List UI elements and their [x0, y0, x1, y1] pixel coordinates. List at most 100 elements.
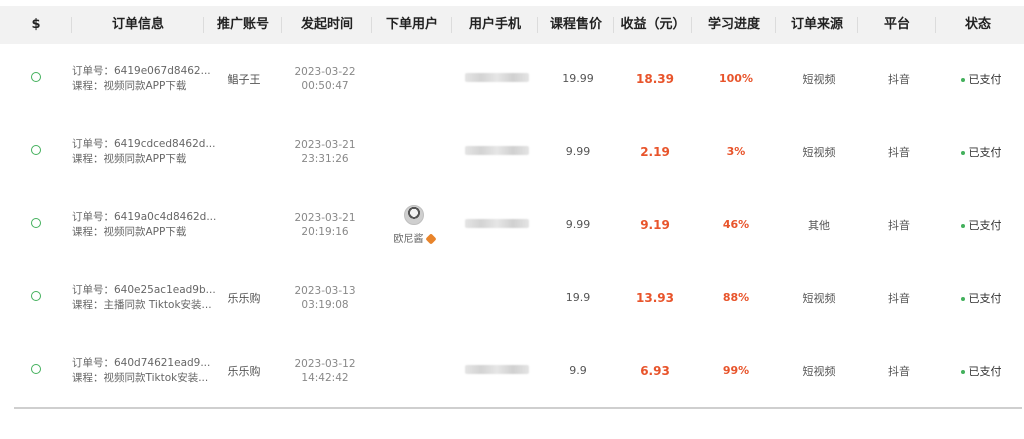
created-time: 2023-03-22 00:50:47 — [276, 65, 374, 93]
phone-masked — [454, 145, 540, 158]
col-buyer-header: 下单用户 — [372, 6, 452, 44]
created-date: 2023-03-13 — [294, 284, 356, 297]
table-row[interactable]: 订单号：6419cdced8462d... 课程：视频同款APP下载 2023-… — [0, 115, 1024, 188]
table-scrollbar[interactable] — [14, 407, 1022, 409]
buyer-user: 欧尼酱 — [374, 204, 454, 245]
table-row[interactable]: 订单号：6419e067d8462... 课程：视频同款APP下载 鲳子王 20… — [0, 42, 1024, 115]
col-phone-header: 用户手机 — [452, 6, 538, 44]
created-date: 2023-03-22 — [294, 65, 356, 78]
course-name: 课程：视频同款Tiktok安装... — [72, 371, 209, 384]
phone-masked — [454, 72, 540, 85]
created-clock: 23:31:26 — [301, 152, 349, 165]
order-number: 订单号：6419e067d8462... — [72, 64, 211, 77]
promoter-account: 乐乐购 — [227, 291, 261, 305]
created-date: 2023-03-12 — [294, 357, 356, 370]
order-source: 其他 — [808, 218, 830, 232]
status-text: 已支付 — [968, 145, 1002, 159]
table-row[interactable]: 订单号：640d74621ead9... 课程：视频同款Tiktok安装... … — [0, 334, 1024, 407]
promoter-account: 鲳子王 — [227, 72, 261, 86]
col-platform-header: 平台 — [858, 6, 936, 44]
col-select-header: $ — [0, 6, 72, 44]
order-info: 订单号：6419e067d8462... 课程：视频同款APP下载 — [72, 64, 212, 94]
order-number: 订单号：640e25ac1ead9b... — [72, 283, 216, 296]
profit-value: 9.19 — [640, 217, 670, 232]
phone-blur — [465, 146, 529, 155]
platform: 抖音 — [888, 72, 910, 86]
created-clock: 03:19:08 — [301, 298, 349, 311]
study-progress: 88% — [722, 291, 750, 304]
profit-value: 2.19 — [640, 144, 670, 159]
status-badge: 已支付 — [938, 363, 1024, 379]
status-badge: 已支付 — [938, 290, 1024, 306]
order-source: 短视频 — [802, 364, 836, 378]
status-badge: 已支付 — [938, 71, 1024, 87]
created-clock: 14:42:42 — [301, 371, 349, 384]
order-number: 订单号：6419a0c4d8462d... — [72, 210, 217, 223]
created-date: 2023-03-21 — [294, 138, 356, 151]
created-clock: 20:19:16 — [301, 225, 349, 238]
course-price: 9.9 — [569, 364, 587, 377]
table-header: $ 订单信息 推广账号 发起时间 下单用户 用户手机 课程售价 收益（元） 学习… — [0, 6, 1024, 44]
status-text: 已支付 — [968, 218, 1002, 232]
table-row[interactable]: 订单号：640e25ac1ead9b... 课程：主播同款 Tiktok安装..… — [0, 261, 1024, 334]
phone-blur — [465, 73, 529, 82]
order-info: 订单号：640e25ac1ead9b... 课程：主播同款 Tiktok安装..… — [72, 283, 216, 313]
status-dot-icon — [960, 223, 965, 228]
table-row[interactable]: 订单号：6419a0c4d8462d... 课程：视频同款APP下载 2023-… — [0, 188, 1024, 261]
created-time: 2023-03-13 03:19:08 — [276, 284, 374, 312]
platform: 抖音 — [888, 364, 910, 378]
col-promoter-header: 推广账号 — [204, 6, 282, 44]
order-number: 订单号：6419cdced8462d... — [72, 137, 216, 150]
row-select-radio[interactable] — [31, 364, 41, 374]
col-price-header: 课程售价 — [538, 6, 614, 44]
row-select-radio[interactable] — [31, 291, 41, 301]
course-name: 课程：视频同款APP下载 — [72, 152, 187, 165]
status-text: 已支付 — [968, 364, 1002, 378]
platform: 抖音 — [888, 145, 910, 159]
created-time: 2023-03-21 20:19:16 — [276, 211, 374, 239]
order-number: 订单号：640d74621ead9... — [72, 356, 211, 369]
row-select-radio[interactable] — [31, 72, 41, 82]
order-info: 订单号：640d74621ead9... 课程：视频同款Tiktok安装... — [72, 356, 212, 386]
avatar — [404, 204, 424, 225]
status-dot-icon — [960, 150, 965, 155]
phone-masked — [454, 364, 540, 377]
order-info: 订单号：6419cdced8462d... 课程：视频同款APP下载 — [72, 137, 216, 167]
order-source: 短视频 — [802, 291, 836, 305]
status-badge: 已支付 — [938, 217, 1024, 233]
order-source: 短视频 — [802, 145, 836, 159]
course-price: 9.99 — [565, 145, 591, 158]
status-text: 已支付 — [968, 72, 1002, 86]
order-source: 短视频 — [802, 72, 836, 86]
phone-blur — [465, 219, 529, 228]
heart-icon — [424, 232, 437, 245]
col-progress-header: 学习进度 — [692, 6, 776, 44]
status-badge: 已支付 — [938, 144, 1024, 160]
status-dot-icon — [960, 369, 965, 374]
course-price: 19.99 — [562, 72, 594, 85]
col-status-header: 状态 — [964, 17, 991, 32]
course-name: 课程：视频同款APP下载 — [72, 79, 187, 92]
promoter-account: 乐乐购 — [227, 364, 261, 378]
row-select-radio[interactable] — [31, 145, 41, 155]
created-time: 2023-03-12 14:42:42 — [276, 357, 374, 385]
created-time: 2023-03-21 23:31:26 — [276, 138, 374, 166]
profit-value: 6.93 — [640, 363, 670, 378]
study-progress: 3% — [726, 145, 746, 158]
created-date: 2023-03-21 — [294, 211, 356, 224]
course-price: 9.99 — [565, 218, 591, 231]
col-profit-header: 收益（元） — [614, 6, 692, 44]
status-text: 已支付 — [968, 291, 1002, 305]
study-progress: 100% — [719, 72, 753, 85]
col-created-header: 发起时间 — [282, 6, 372, 44]
created-clock: 00:50:47 — [301, 79, 349, 92]
status-dot-icon — [960, 296, 965, 301]
col-order-info-header: 订单信息 — [72, 6, 204, 44]
platform: 抖音 — [888, 218, 910, 232]
course-price: 19.9 — [565, 291, 591, 304]
row-select-radio[interactable] — [31, 218, 41, 228]
course-name: 课程：视频同款APP下载 — [72, 225, 187, 238]
buyer-name: 欧尼酱 — [393, 233, 424, 245]
order-info: 订单号：6419a0c4d8462d... 课程：视频同款APP下载 — [72, 210, 217, 240]
phone-blur — [465, 365, 529, 374]
